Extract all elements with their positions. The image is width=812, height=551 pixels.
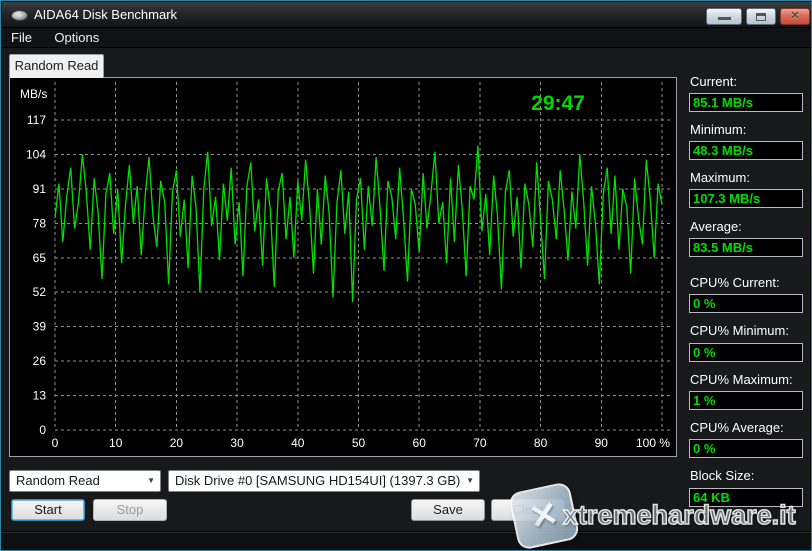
minimize-icon [718,17,731,20]
stat-label-cpu-average: CPU% Average: [690,420,808,435]
stat-value-current: 85.1 MB/s [689,93,803,112]
window-title: AIDA64 Disk Benchmark [34,2,177,28]
stat-value-average: 83.5 MB/s [689,238,803,257]
stat-label-maximum: Maximum: [690,170,808,185]
svg-text:90: 90 [595,436,609,450]
stat-label-block-size: Block Size: [690,468,808,483]
menu-item-options[interactable]: Options [45,28,108,48]
stat-label-cpu-minimum: CPU% Minimum: [690,323,808,338]
svg-text:50: 50 [352,436,366,450]
stat-label-average: Average: [690,219,808,234]
svg-text:10: 10 [109,436,123,450]
svg-text:104: 104 [26,147,46,161]
chevron-down-icon: ▼ [147,471,155,491]
app-window: AIDA64 Disk Benchmark ✕ File Options Ran… [0,0,812,551]
tab-random-read[interactable]: Random Read [9,54,104,78]
stat-label-current: Current: [690,74,808,89]
stat-value-cpu-average: 0 % [689,439,803,458]
clear-button[interactable]: Clear [491,499,565,521]
menu-bar: File Options [2,28,812,48]
svg-text:20: 20 [170,436,184,450]
drive-select-value: Disk Drive #0 [SAMSUNG HD154UI] (1397.3 … [175,473,460,488]
stat-value-cpu-maximum: 1 % [689,391,803,410]
stat-value-minimum: 48.3 MB/s [689,141,803,160]
minimize-button[interactable] [706,8,742,25]
svg-text:70: 70 [473,436,487,450]
svg-text:117: 117 [27,113,46,127]
svg-text:78: 78 [33,216,47,230]
status-bar [2,531,812,551]
stat-value-cpu-current: 0 % [689,294,803,313]
svg-text:65: 65 [33,251,47,265]
title-bar: AIDA64 Disk Benchmark ✕ [2,2,812,28]
svg-text:0: 0 [52,436,59,450]
maximize-icon [756,13,766,21]
svg-text:29:47: 29:47 [531,92,585,115]
svg-text:80: 80 [534,436,548,450]
disk-app-icon [11,10,28,21]
stat-value-block-size: 64 KB [689,488,803,507]
benchmark-type-select[interactable]: Random Read ▼ [9,470,161,492]
drive-select[interactable]: Disk Drive #0 [SAMSUNG HD154UI] (1397.3 … [168,470,480,492]
chevron-down-icon: ▼ [466,471,474,491]
close-button[interactable]: ✕ [780,8,810,25]
stat-label-cpu-maximum: CPU% Maximum: [690,372,808,387]
save-button[interactable]: Save [411,499,485,521]
svg-text:13: 13 [33,389,47,403]
benchmark-chart: 0 10 20 30 40 50 60 70 80 90 100 % 117 104 91 78 65 52 39… [9,77,677,457]
stat-label-cpu-current: CPU% Current: [690,275,808,290]
stat-value-cpu-minimum: 0 % [689,343,803,362]
svg-text:0: 0 [39,423,46,437]
svg-text:60: 60 [413,436,427,450]
svg-text:26: 26 [33,354,47,368]
chart-canvas: 0 10 20 30 40 50 60 70 80 90 100 % 117 104 91 78 65 52 39… [10,78,676,456]
maximize-button[interactable] [746,8,776,25]
svg-text:30: 30 [230,436,244,450]
menu-item-file[interactable]: File [2,28,41,48]
stat-value-maximum: 107.3 MB/s [689,189,803,208]
svg-text:40: 40 [291,436,305,450]
stat-label-minimum: Minimum: [690,122,808,137]
start-button[interactable]: Start [11,499,85,521]
close-icon: ✕ [781,9,809,24]
svg-text:MB/s: MB/s [20,87,47,101]
svg-text:39: 39 [33,320,47,334]
svg-text:91: 91 [33,182,47,196]
stop-button[interactable]: Stop [93,499,167,521]
svg-text:52: 52 [33,285,47,299]
svg-text:100 %: 100 % [636,436,670,450]
benchmark-type-value: Random Read [16,473,100,488]
